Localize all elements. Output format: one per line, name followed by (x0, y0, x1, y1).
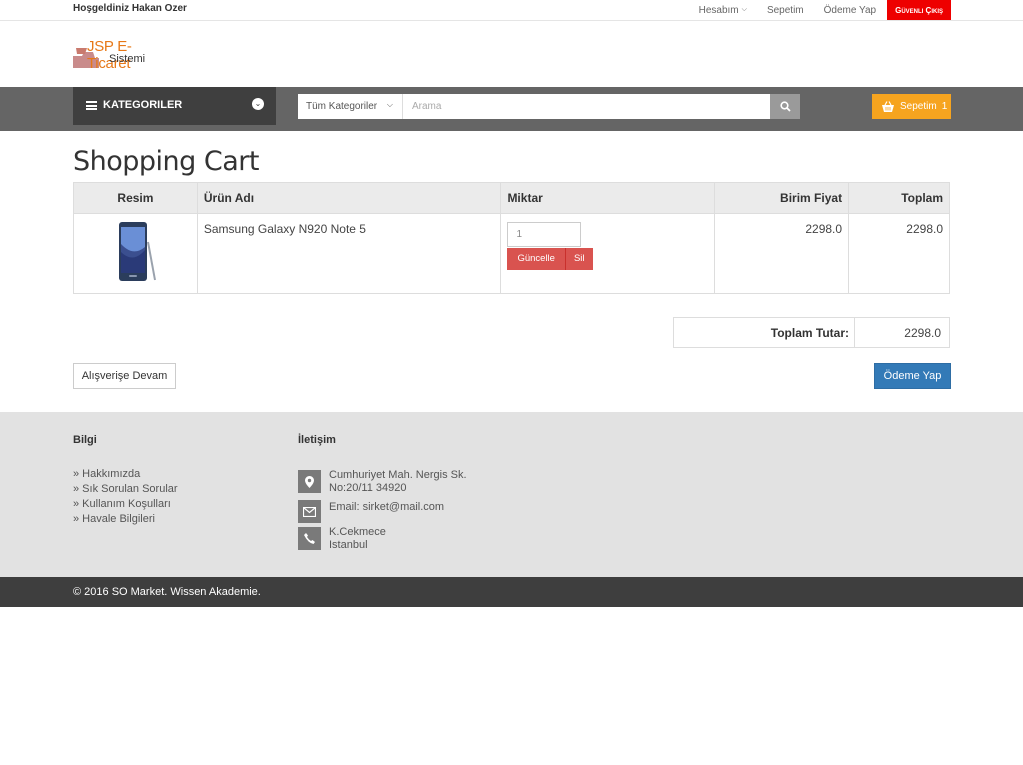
checkout-button[interactable]: Ödeme Yap (874, 363, 951, 389)
col-header-image: Resim (73, 182, 198, 214)
update-button[interactable]: Güncelle (507, 248, 565, 270)
col-header-name: Ürün Adı (196, 182, 502, 214)
search-category-value: Tüm Kategoriler (306, 101, 378, 112)
address-line2: No:20/11 34920 (329, 482, 407, 494)
categories-label: KATEGORILER (103, 99, 183, 111)
footer-link-transfer[interactable]: » Havale Bilgileri (73, 513, 178, 528)
phone-line1: K.Cekmece (329, 526, 386, 538)
chevron-down-icon: ⌵ (741, 6, 747, 13)
footer: Bilgi » Hakkımızda » Sık Sorulan Sorular… (0, 412, 1023, 577)
address-text: Cumhuriyet Mah. Nergis Sk. No:20/11 3492… (329, 469, 467, 495)
account-link[interactable]: Hesabım ⌵ (699, 5, 747, 16)
phone-icon (298, 527, 321, 550)
unit-price: 2298.0 (714, 213, 850, 294)
quantity-input[interactable] (507, 222, 582, 247)
page-title: Shopping Cart (73, 146, 259, 177)
sum-label: Toplam Tutar: (674, 318, 855, 347)
product-image[interactable] (113, 222, 157, 282)
cart-button-label: Sepetim (900, 101, 937, 112)
footer-link-about[interactable]: » Hakkımızda (73, 468, 178, 483)
search-input[interactable] (404, 94, 770, 119)
phone-text: K.Cekmece Istanbul (329, 526, 386, 552)
footer-link-terms[interactable]: » Kullanım Koşulları (73, 498, 178, 513)
site-logo[interactable]: JSP E-Ticaret Sistemi (73, 38, 173, 72)
continue-shopping-button[interactable]: Alışverişe Devam (73, 363, 176, 389)
welcome-text: Hoşgeldiniz Hakan Ozer (73, 3, 187, 14)
map-marker-icon (298, 470, 321, 493)
top-nav: Hesabım ⌵ Sepetim Ödeme Yap Güvenli Çıkış (679, 0, 951, 20)
col-header-qty: Miktar (500, 182, 716, 214)
footer-links: » Hakkımızda » Sık Sorulan Sorular » Kul… (73, 468, 178, 528)
phone-line2: Istanbul (329, 539, 368, 551)
copyright-bar: © 2016 SO Market. Wissen Akademie. (0, 577, 1023, 607)
cart-table-header: Resim Ürün Adı Miktar Birim Fiyat Toplam (73, 182, 950, 214)
checkout-link[interactable]: Ödeme Yap (824, 5, 876, 16)
table-row: Samsung Galaxy N920 Note 5 Güncelle Sil … (73, 213, 950, 294)
col-header-total: Toplam (848, 182, 950, 214)
account-label: Hesabım (698, 4, 739, 16)
cart-count-badge: 1 (941, 101, 948, 112)
delete-button[interactable]: Sil (564, 248, 593, 270)
search-bar: Tüm Kategoriler ⌵ (298, 94, 800, 119)
quantity-cell: Güncelle Sil (500, 213, 716, 294)
logo-subtitle: Sistemi (109, 53, 146, 65)
menu-icon (86, 101, 97, 110)
nav-band: KATEGORILER ⌄ Tüm Kategoriler ⌵ Sepetim … (0, 87, 1023, 131)
product-image-cell (73, 213, 198, 294)
search-icon (779, 101, 791, 112)
cart-table: Resim Ürün Adı Miktar Birim Fiyat Toplam… (73, 182, 950, 294)
email-text: Email: sirket@mail.com (329, 501, 445, 513)
search-category-select[interactable]: Tüm Kategoriler ⌵ (298, 94, 403, 119)
search-button[interactable] (770, 94, 800, 119)
categories-menu[interactable]: KATEGORILER ⌄ (73, 87, 276, 125)
footer-link-faq[interactable]: » Sık Sorulan Sorular (73, 483, 178, 498)
chevron-down-icon: ⌵ (386, 100, 393, 109)
cart-link[interactable]: Sepetim (767, 5, 804, 16)
footer-info-title: Bilgi (73, 434, 97, 446)
envelope-icon (298, 500, 321, 523)
col-header-unit-price: Birim Fiyat (714, 182, 850, 214)
address-line1: Cumhuriyet Mah. Nergis Sk. (329, 469, 467, 481)
row-total: 2298.0 (848, 213, 950, 294)
copyright-text: © 2016 SO Market. Wissen Akademie. (73, 586, 261, 598)
footer-contact-title: İletişim (298, 434, 336, 446)
logout-button[interactable]: Güvenli Çıkış (887, 0, 951, 20)
quantity-actions: Güncelle Sil (507, 248, 708, 270)
basket-icon (882, 100, 894, 112)
cart-summary: Toplam Tutar: 2298.0 (673, 317, 950, 348)
chevron-circle-down-icon: ⌄ (252, 98, 264, 110)
sum-value: 2298.0 (904, 326, 941, 340)
header: JSP E-Ticaret Sistemi (0, 21, 1023, 87)
product-name[interactable]: Samsung Galaxy N920 Note 5 (196, 213, 502, 294)
top-bar: Hoşgeldiniz Hakan Ozer Hesabım ⌵ Sepetim … (0, 0, 1023, 21)
cart-button[interactable]: Sepetim 1 (872, 94, 951, 119)
